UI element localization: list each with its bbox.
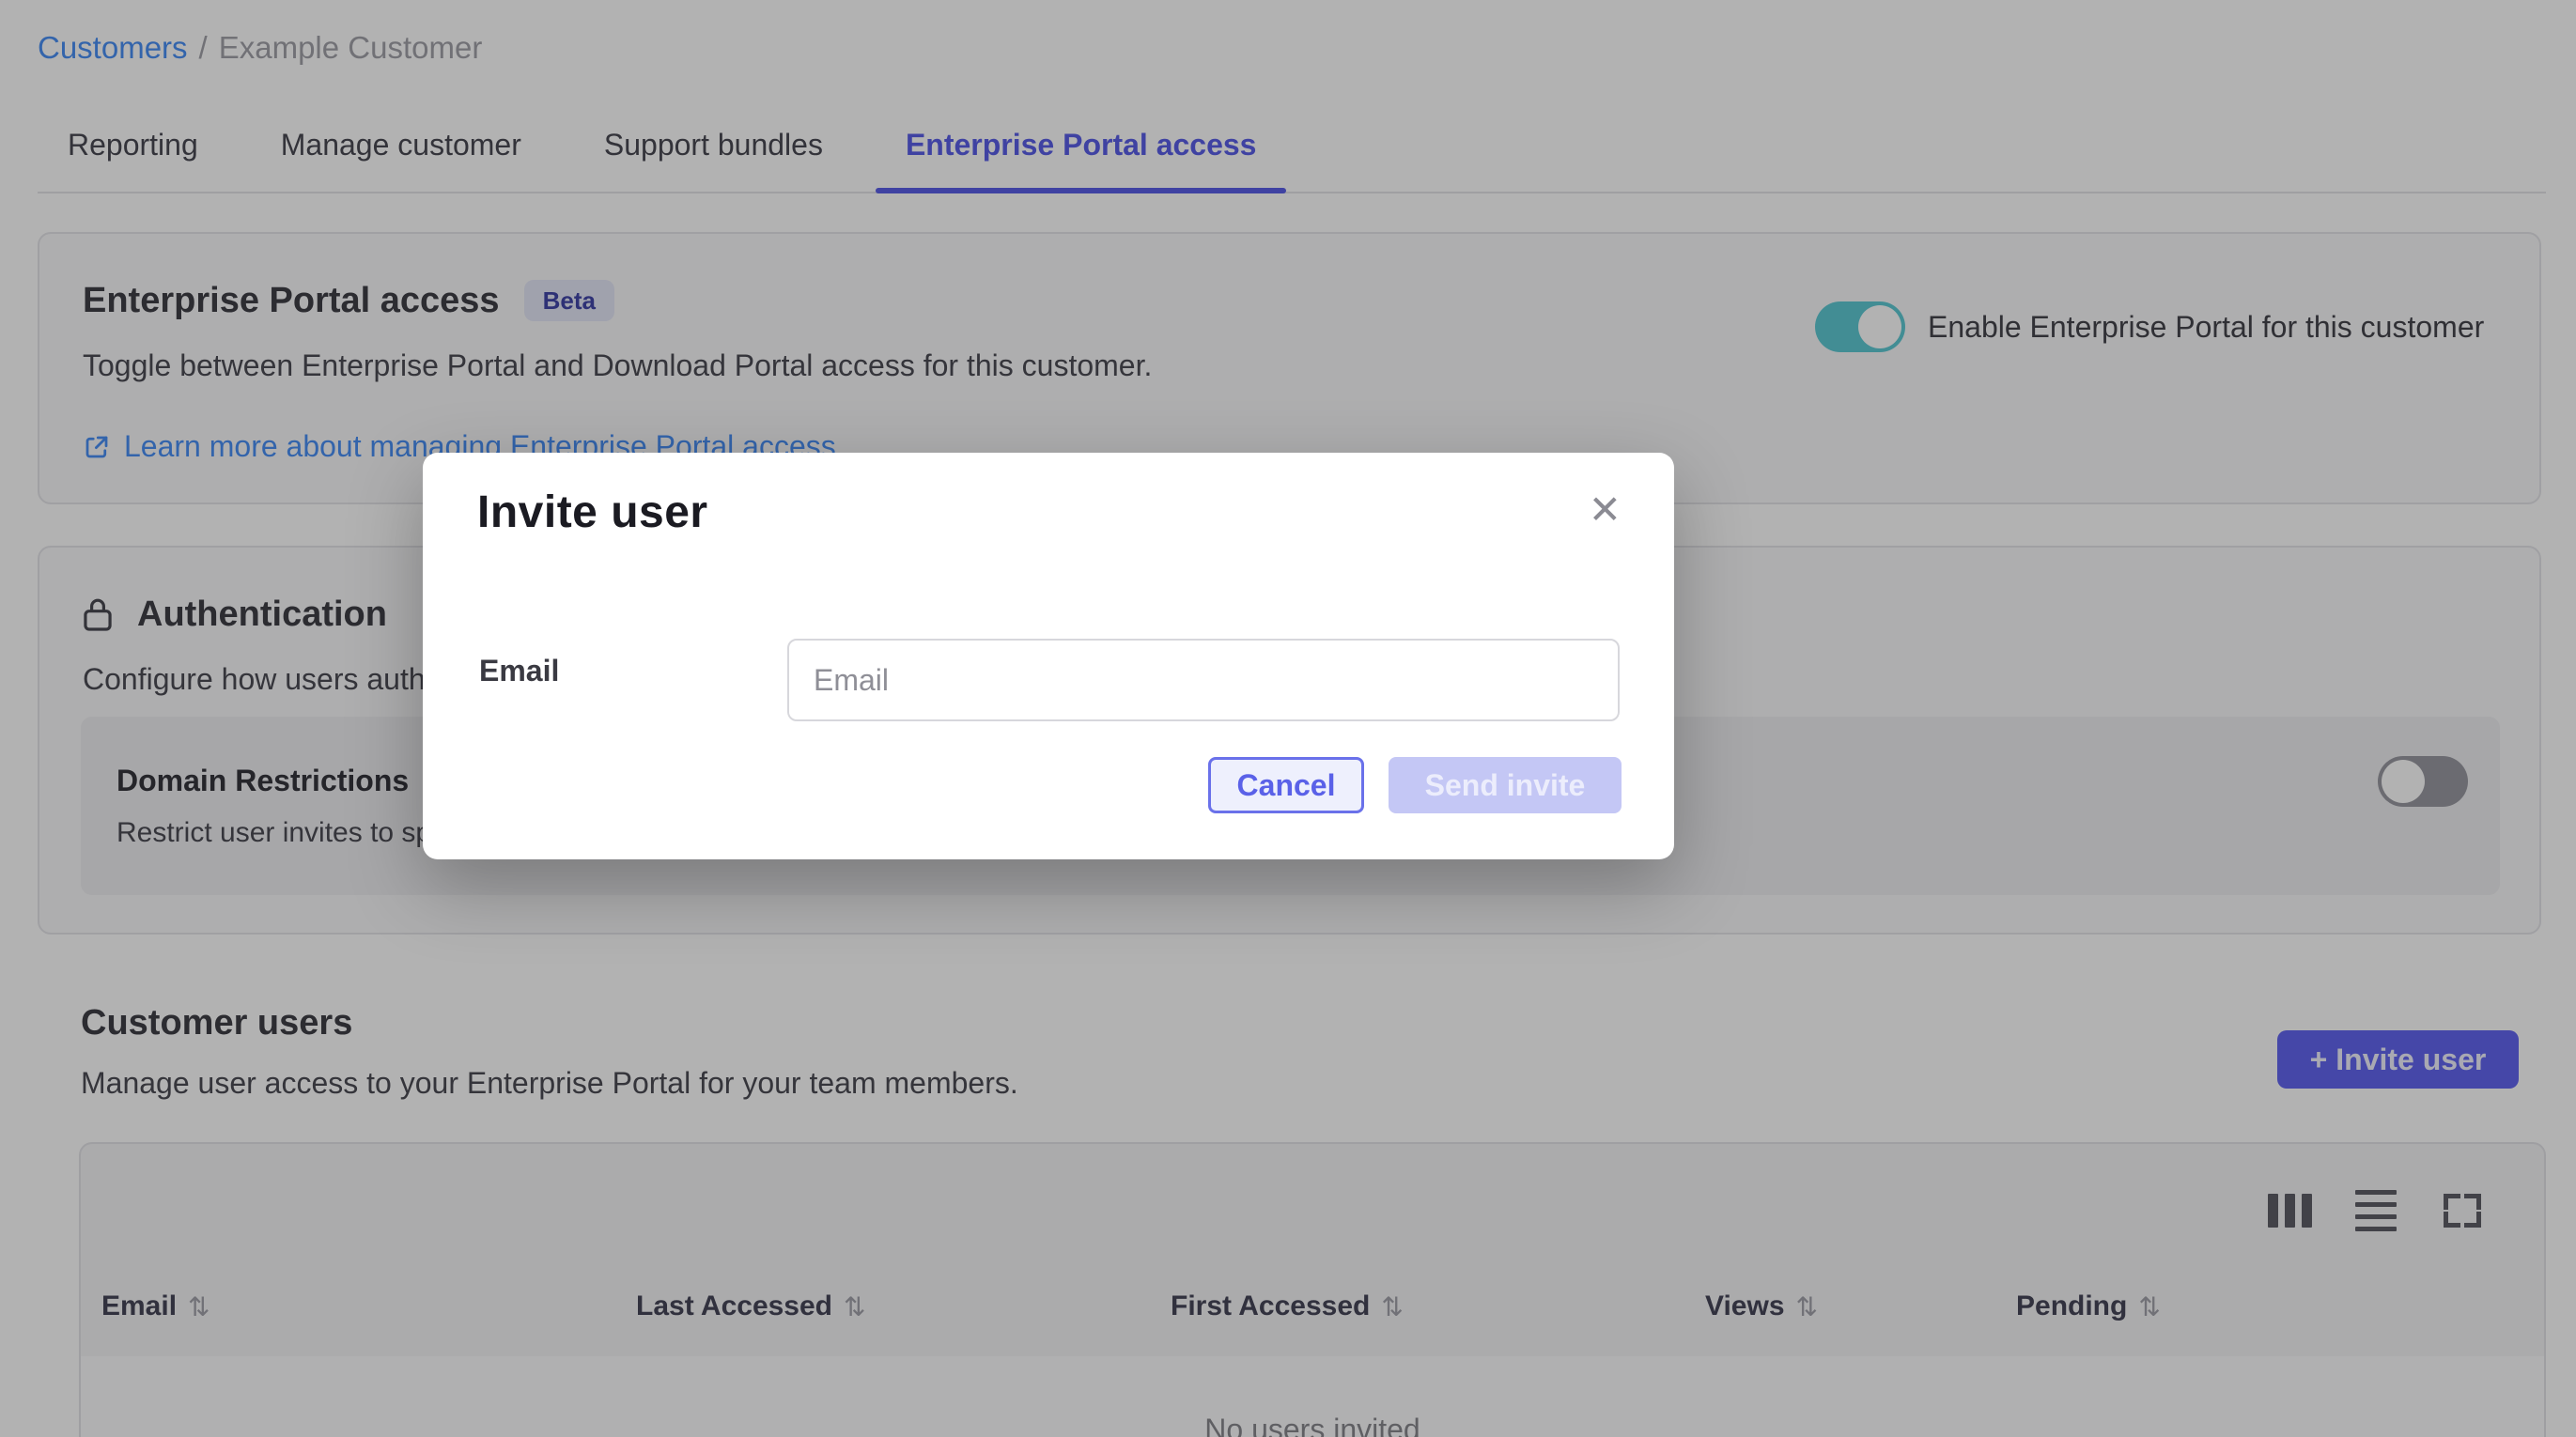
close-icon[interactable]: ✕ — [1589, 490, 1622, 530]
send-invite-button[interactable]: Send invite — [1389, 757, 1622, 813]
email-input[interactable] — [787, 639, 1620, 721]
page: Customers / Example Customer Reporting M… — [0, 0, 2576, 1437]
cancel-button[interactable]: Cancel — [1208, 757, 1364, 813]
email-label: Email — [479, 654, 559, 688]
invite-user-modal: Invite user ✕ Email Cancel Send invite — [423, 453, 1674, 859]
modal-title: Invite user — [477, 487, 708, 538]
